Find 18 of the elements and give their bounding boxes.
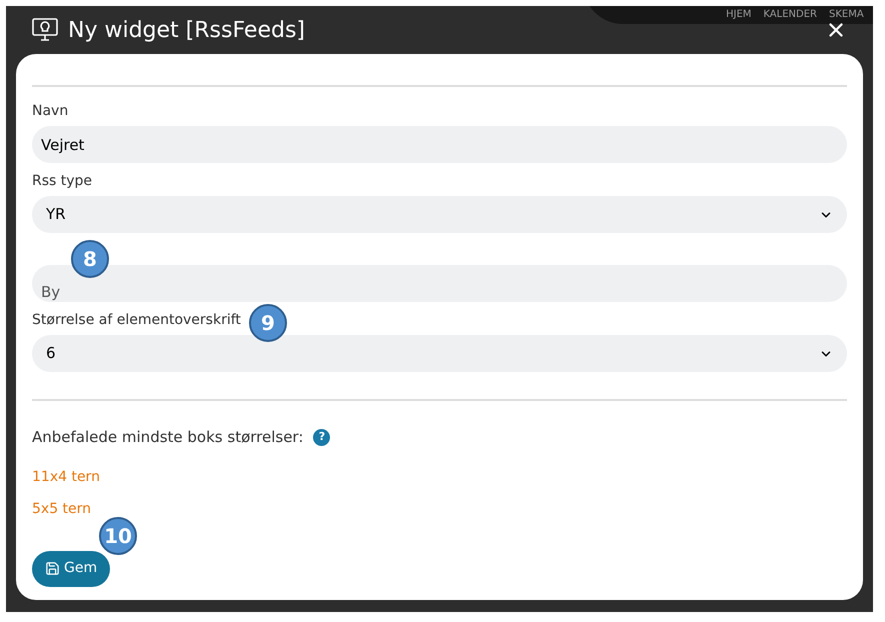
size-text: 5x5 tern: [32, 500, 92, 518]
monitor-bulb-icon: [32, 18, 58, 42]
input-field[interactable]: Vejret: [32, 126, 847, 163]
help-icon[interactable]: ?: [313, 428, 330, 446]
field-label: Størrelse af elementoverskrift: [32, 311, 241, 330]
select-field[interactable]: YR: [32, 196, 847, 233]
input-field[interactable]: By: [32, 265, 847, 302]
nav-link[interactable]: SKEMA: [828, 7, 864, 22]
nav-link[interactable]: HJEM: [726, 7, 752, 22]
size-text: 11x4 tern: [32, 468, 101, 486]
save-icon: [45, 561, 60, 576]
field-label: Navn: [32, 102, 68, 121]
select-field[interactable]: 6: [32, 335, 847, 372]
nav-link[interactable]: KALENDER: [763, 7, 817, 22]
field-label: Rss type: [32, 172, 92, 191]
recommend-label: Anbefalede mindste boks størrelser:: [32, 427, 304, 448]
dialog-title: Ny widget [RssFeeds]: [68, 16, 305, 44]
save-button[interactable]: Gem: [32, 550, 110, 586]
